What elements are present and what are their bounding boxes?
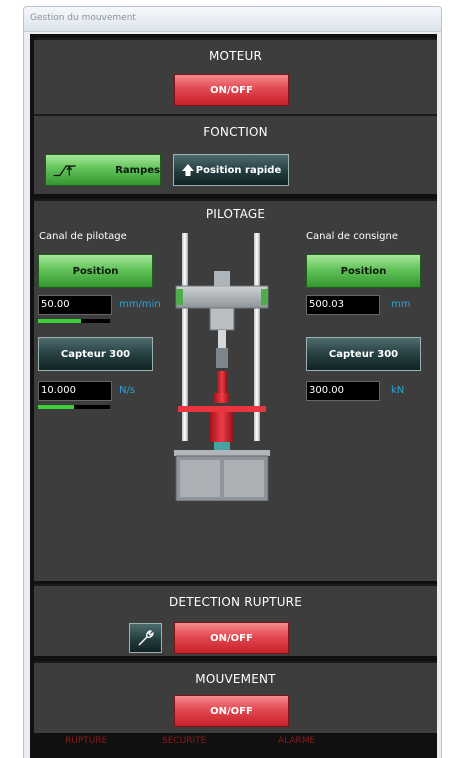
left-force-progress-fill: [38, 405, 74, 409]
right-position-field[interactable]: 500.03: [306, 295, 380, 315]
test-machine-illustration: [174, 233, 270, 501]
rampes-label: Rampes: [115, 164, 160, 176]
app-window: Gestion du mouvement MOTEUR ON/OFF FONCT…: [23, 6, 442, 758]
status-alarme: ALARME: [278, 736, 316, 746]
left-force-progress: [38, 405, 110, 409]
status-securite: SÉCURITÉ: [162, 736, 207, 746]
detection-toggle-button[interactable]: ON/OFF: [174, 622, 289, 654]
detection-panel: DETECTION RUPTURE ON/OFF: [34, 584, 437, 656]
fonction-title: FONCTION: [203, 125, 268, 139]
ramp-icon: [53, 165, 76, 177]
moteur-title: MOTEUR: [208, 49, 263, 63]
left-channel-label: Canal de pilotage: [39, 231, 127, 242]
mouvement-title: MOUVEMENT: [195, 672, 276, 686]
left-sensor-button[interactable]: Capteur 300: [38, 337, 153, 371]
moteur-toggle-button[interactable]: ON/OFF: [174, 74, 289, 106]
wrench-icon: [138, 630, 154, 646]
right-channel-label: Canal de consigne: [306, 231, 398, 242]
position-rapide-label: Position rapide: [195, 164, 282, 176]
left-speed-field[interactable]: 50.00: [38, 295, 112, 315]
window-title: Gestion du mouvement: [30, 13, 136, 23]
moteur-panel: MOTEUR ON/OFF: [34, 38, 437, 114]
left-position-button[interactable]: Position: [38, 254, 153, 288]
title-bar: Gestion du mouvement: [24, 7, 441, 32]
right-force-field[interactable]: 300.00: [306, 381, 380, 401]
detection-title: DETECTION RUPTURE: [168, 595, 302, 609]
right-force-unit: kN: [391, 385, 405, 396]
left-speed-unit: mm/min: [119, 299, 161, 310]
mouvement-toggle-button[interactable]: ON/OFF: [174, 695, 289, 727]
fonction-panel: FONCTION Rampes Position rapide: [34, 114, 437, 194]
right-sensor-button[interactable]: Capteur 300: [306, 337, 421, 371]
position-rapide-button[interactable]: Position rapide: [173, 154, 289, 186]
left-force-unit: N/s: [119, 385, 136, 396]
wrench-settings-button[interactable]: [129, 623, 162, 653]
left-force-field[interactable]: 10.000: [38, 381, 112, 401]
main-content: MOTEUR ON/OFF FONCTION Rampes Position r…: [30, 34, 437, 758]
rampes-button[interactable]: Rampes: [45, 154, 161, 186]
mouvement-panel: MOUVEMENT ON/OFF: [34, 661, 437, 733]
right-position-unit: mm: [391, 299, 411, 310]
left-speed-progress: [38, 319, 110, 323]
status-rupture: RUPTURE: [65, 736, 108, 746]
right-position-button[interactable]: Position: [306, 254, 421, 288]
pilotage-panel: PILOTAGE Canal de pilotage Position 50.0…: [34, 199, 437, 581]
pilotage-title: PILOTAGE: [205, 207, 266, 221]
arrow-up-icon: [181, 164, 194, 176]
left-speed-progress-fill: [38, 319, 82, 323]
